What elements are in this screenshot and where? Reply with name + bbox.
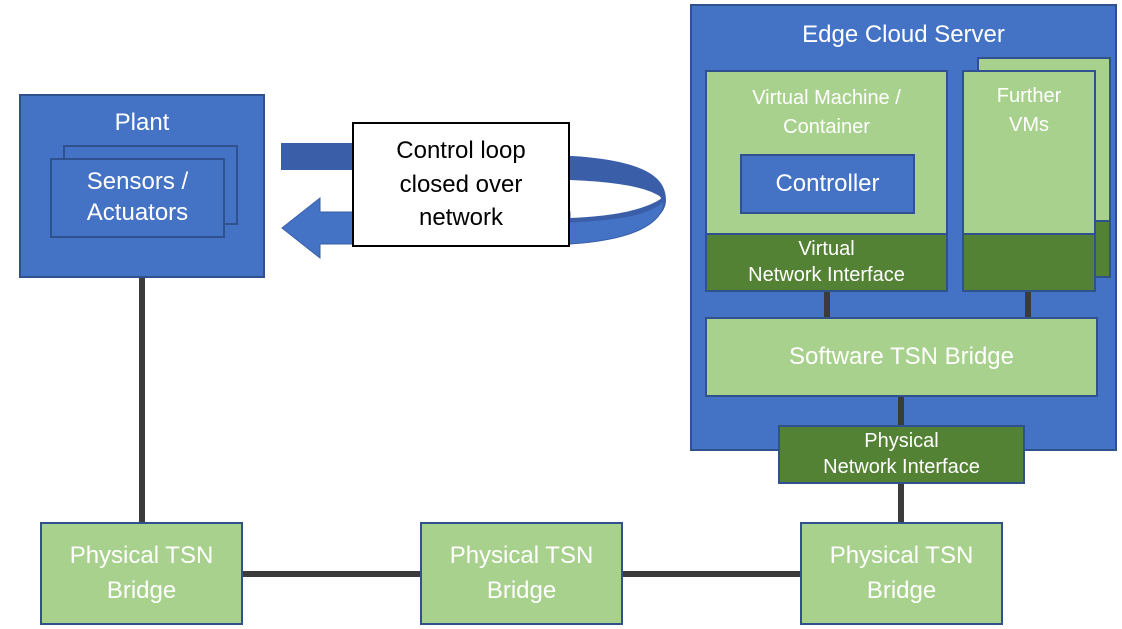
physical-network-interface: Physical Network Interface [778, 425, 1025, 484]
bridge2-line1: Physical TSN [449, 541, 594, 569]
virtual-network-interface: Virtual Network Interface [705, 233, 948, 292]
virtual-machine-box: Virtual Machine / Container Controller [705, 70, 948, 235]
vm-title: Virtual Machine / Container [707, 84, 946, 142]
link-bridge3-to-pni [898, 482, 904, 524]
physical-tsn-bridge-2: Physical TSN Bridge [420, 522, 623, 625]
further-vms-box: Further VMs [962, 70, 1096, 235]
bridge1-line2: Bridge [106, 576, 177, 604]
controller-box: Controller [740, 154, 915, 214]
link-further-vms-to-software-bridge [1025, 290, 1031, 320]
further-vms-line2: VMs [1009, 114, 1049, 136]
link-software-bridge-to-pni [898, 394, 904, 428]
vni-line1: Virtual [798, 237, 855, 260]
control-loop-line3: network [418, 204, 504, 232]
link-vni-to-software-bridge [824, 290, 830, 320]
software-bridge-label: Software TSN Bridge [789, 342, 1014, 370]
further-vms-title: Further VMs [964, 82, 1094, 140]
bridge3-line1: Physical TSN [829, 541, 974, 569]
vm-title-line1: Virtual Machine / [752, 87, 901, 109]
pni-line2: Network Interface [823, 455, 980, 478]
control-loop-label-box: Control loop closed over network [352, 122, 570, 247]
sensors-label: Sensors / [86, 168, 189, 196]
physical-tsn-bridge-1: Physical TSN Bridge [40, 522, 243, 625]
link-bridge1-to-bridge2 [241, 571, 424, 577]
control-loop-line1: Control loop [396, 137, 526, 165]
plant-title: Plant [114, 109, 170, 136]
control-loop-line2: closed over [399, 170, 523, 198]
physical-tsn-bridge-3: Physical TSN Bridge [800, 522, 1003, 625]
actuators-label: Actuators [86, 199, 189, 226]
plant-box: Plant Sensors / Actuators [19, 94, 265, 278]
vni-line2: Network Interface [748, 263, 905, 286]
further-vms-network-interface [962, 233, 1096, 292]
link-bridge2-to-bridge3 [620, 571, 803, 577]
bridge2-line2: Bridge [486, 576, 557, 604]
sensors-actuators-box: Sensors / Actuators [50, 158, 225, 238]
pni-line1: Physical [864, 429, 939, 452]
bridge3-line2: Bridge [866, 576, 937, 604]
edge-server-title: Edge Cloud Server [802, 21, 1005, 48]
loop-curve-back [570, 156, 666, 240]
controller-label: Controller [775, 169, 880, 197]
link-plant-to-bridge1 [139, 277, 145, 524]
software-tsn-bridge: Software TSN Bridge [705, 317, 1098, 397]
vm-title-line2: Container [783, 116, 870, 138]
further-vms-line1: Further [996, 85, 1062, 107]
bridge1-line1: Physical TSN [69, 541, 214, 569]
